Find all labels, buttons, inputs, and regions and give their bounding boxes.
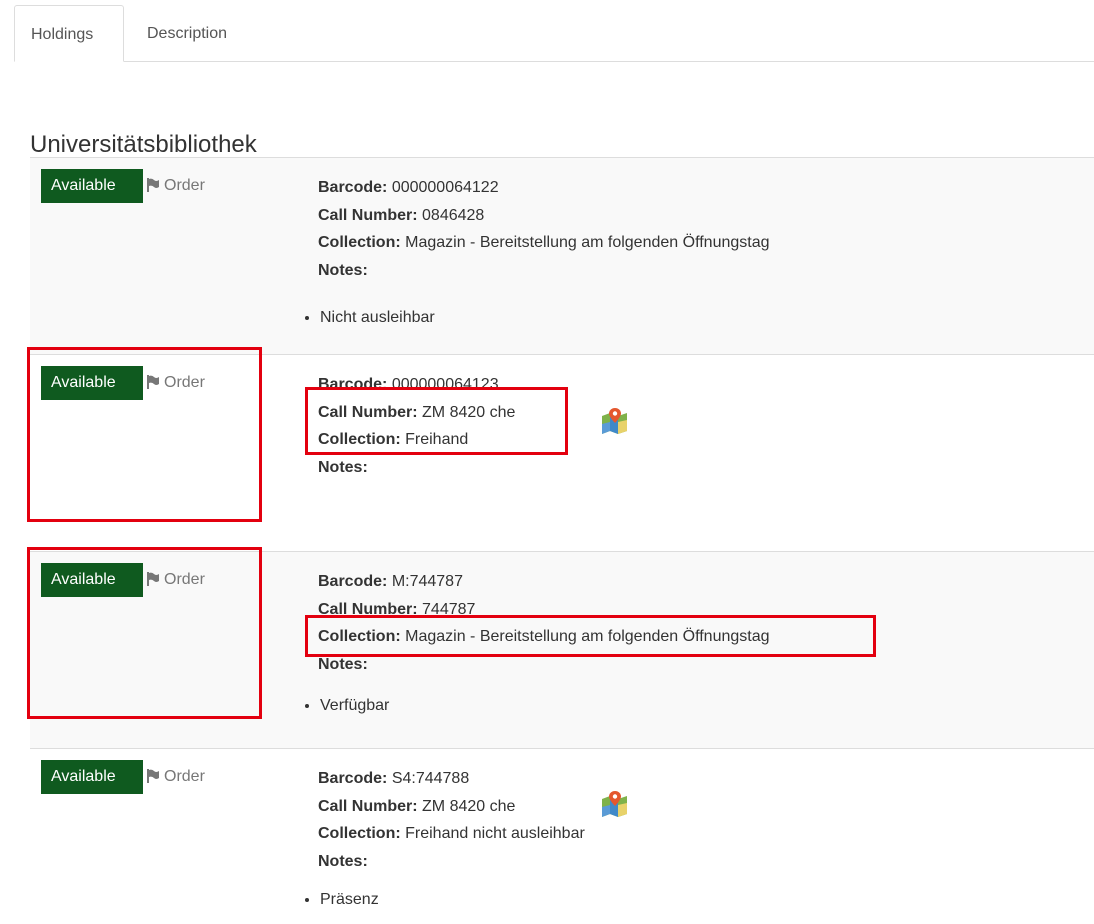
status-badge: Available: [41, 760, 143, 794]
order-link[interactable]: Order: [146, 760, 205, 794]
item-details: Barcode: 000000064122 Call Number: 08464…: [318, 174, 770, 284]
barcode-label: Barcode:: [318, 573, 388, 590]
holdings-table: Available Order Barcode: 000000064122 Ca…: [30, 157, 1094, 924]
note-item: Verfügbar: [320, 696, 389, 716]
call-number-label: Call Number:: [318, 403, 418, 421]
status-badge: Available: [41, 563, 143, 597]
item-details: Barcode: 000000064123 Call Number: ZM 84…: [318, 371, 515, 481]
item-details: Barcode: M:744787 Call Number: 744787 Co…: [318, 568, 770, 678]
barcode-label: Barcode:: [318, 376, 388, 393]
barcode-value: S4:744788: [391, 770, 470, 787]
barcode-value: 000000064123: [391, 376, 499, 393]
collection-label: Collection:: [318, 234, 401, 251]
collection-value: Magazin - Bereitstellung am folgenden Öf…: [405, 628, 770, 645]
order-label: Order: [164, 177, 205, 194]
note-item: Präsenz: [320, 890, 379, 910]
call-number-value: ZM 8420 che: [422, 797, 516, 815]
tab-description[interactable]: Description: [131, 5, 243, 62]
flag-icon: [147, 178, 159, 192]
notes-label: Notes:: [318, 655, 368, 673]
barcode-label: Barcode:: [318, 179, 388, 196]
barcode-label: Barcode:: [318, 770, 388, 787]
holding-row: Available Order Barcode: M:744787 Call N…: [30, 552, 1094, 749]
order-link[interactable]: Order: [146, 169, 205, 203]
notes-list: Präsenz: [300, 890, 379, 910]
map-icon[interactable]: [600, 408, 630, 434]
note-item: Nicht ausleihbar: [320, 308, 435, 328]
status-badge: Available: [41, 366, 143, 400]
tab-bar: Holdings Description: [0, 0, 1094, 62]
call-number-value: 744787: [422, 600, 476, 618]
notes-list: Verfügbar: [300, 696, 389, 716]
map-icon[interactable]: [600, 791, 630, 817]
call-number-label: Call Number:: [318, 206, 418, 224]
holding-row: Available Order Barcode: 000000064123 Ca…: [30, 355, 1094, 552]
notes-label: Notes:: [318, 458, 368, 476]
barcode-value: 000000064122: [391, 179, 499, 196]
notes-list: Nicht ausleihbar: [300, 308, 435, 328]
holding-row: Available Order Barcode: S4:744788 Call …: [30, 749, 1094, 924]
library-title: Universitätsbibliothek: [30, 130, 257, 158]
holding-row: Available Order Barcode: 000000064122 Ca…: [30, 158, 1094, 355]
notes-label: Notes:: [318, 261, 368, 279]
flag-icon: [147, 769, 159, 783]
status-badge: Available: [41, 169, 143, 203]
flag-icon: [147, 572, 159, 586]
call-number-label: Call Number:: [318, 600, 418, 618]
collection-value: Magazin - Bereitstellung am folgenden Öf…: [405, 234, 770, 251]
call-number-value: 0846428: [422, 206, 485, 224]
tab-holdings[interactable]: Holdings: [14, 5, 124, 62]
collection-label: Collection:: [318, 628, 401, 645]
order-link[interactable]: Order: [146, 366, 205, 400]
collection-label: Collection:: [318, 825, 401, 842]
order-link[interactable]: Order: [146, 563, 205, 597]
order-label: Order: [164, 768, 205, 785]
call-number-value: ZM 8420 che: [422, 403, 516, 421]
collection-value: Freihand nicht ausleihbar: [405, 825, 585, 842]
collection-value: Freihand: [405, 431, 469, 448]
notes-label: Notes:: [318, 852, 368, 870]
collection-label: Collection:: [318, 431, 401, 448]
item-details: Barcode: S4:744788 Call Number: ZM 8420 …: [318, 765, 585, 875]
call-number-label: Call Number:: [318, 797, 418, 815]
order-label: Order: [164, 571, 205, 588]
barcode-value: M:744787: [391, 573, 463, 590]
order-label: Order: [164, 374, 205, 391]
flag-icon: [147, 375, 159, 389]
